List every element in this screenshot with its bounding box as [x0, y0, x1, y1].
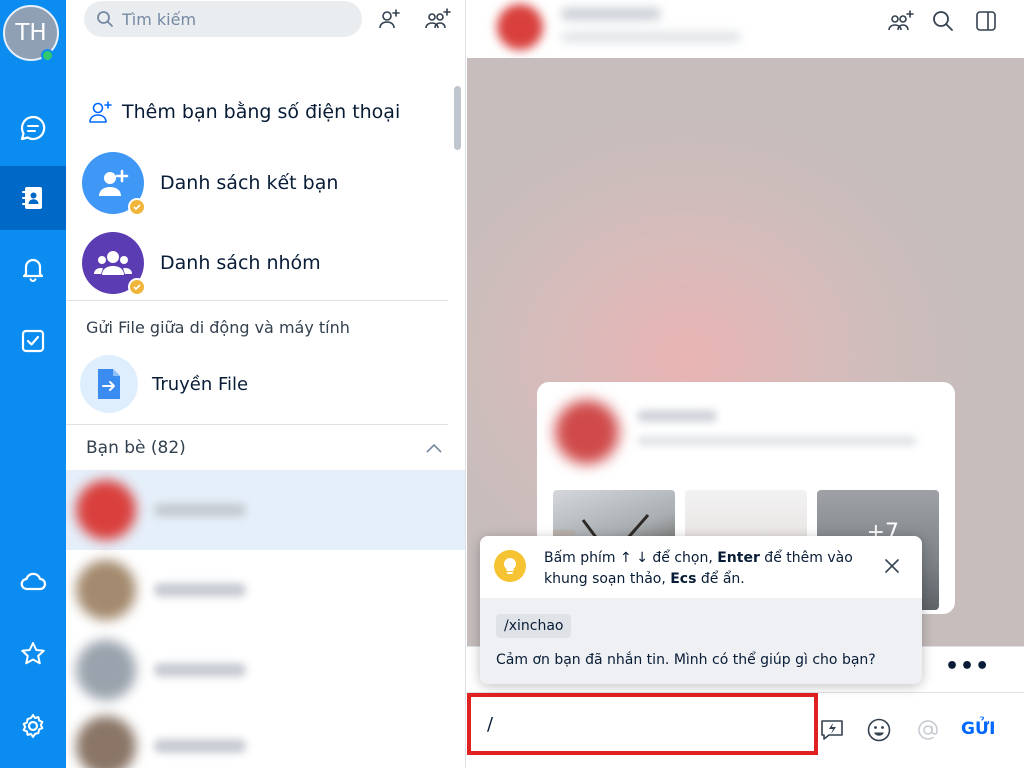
add-friend-by-phone[interactable]: Thêm bạn bằng số điện thoại — [88, 99, 400, 125]
group-people-icon — [94, 251, 132, 275]
contacts-panel: Thêm bạn bằng số điện thoại Danh sách kế… — [66, 0, 466, 768]
contact-book-icon — [22, 187, 42, 209]
group-list-item[interactable]: Danh sách nhóm — [82, 232, 321, 296]
group-list-label: Danh sách nhóm — [160, 252, 321, 274]
star-icon — [21, 642, 45, 665]
checkbox-icon — [21, 329, 45, 353]
nav-contacts[interactable] — [0, 166, 66, 230]
hint-enter-key: Enter — [717, 550, 760, 566]
quick-message-button[interactable] — [817, 715, 847, 745]
panel-scrollbar[interactable] — [454, 86, 461, 150]
add-friend-button[interactable] — [374, 4, 404, 34]
quick-message-item[interactable]: /xinchao Cảm ơn bạn đã nhắn tin. Mình có… — [480, 598, 922, 684]
add-friend-icon — [379, 9, 400, 29]
search-icon — [933, 11, 953, 31]
add-to-group-button[interactable] — [885, 6, 915, 36]
card-text-blurred — [637, 436, 917, 446]
card-avatar-blurred — [555, 400, 619, 464]
file-transfer-item[interactable]: Truyền File — [80, 355, 248, 413]
friend-name-blurred — [154, 663, 246, 677]
search-box[interactable] — [84, 1, 362, 37]
hint-part1: Bấm phím ↑ ↓ để chọn, — [544, 550, 718, 566]
divider — [66, 300, 448, 301]
nav-starred[interactable] — [0, 622, 66, 686]
add-friend-by-phone-label: Thêm bạn bằng số điện thoại — [122, 101, 401, 123]
send-button[interactable]: GỬI — [961, 719, 995, 739]
add-group-icon — [888, 10, 914, 31]
emoji-icon — [867, 718, 891, 742]
chat-bubble-icon — [20, 115, 46, 141]
create-group-icon — [425, 8, 451, 29]
nav-notifications[interactable] — [0, 236, 66, 300]
chat-header — [467, 0, 1024, 58]
friend-row[interactable] — [66, 470, 465, 550]
friend-requests-item[interactable]: Danh sách kết bạn — [82, 152, 339, 216]
friend-row[interactable] — [66, 630, 465, 710]
nav-rail: TH — [0, 0, 66, 768]
friends-header: Bạn bè (82) — [86, 438, 186, 458]
popup-close-button[interactable] — [880, 554, 904, 578]
chat-header-blurred — [481, 2, 771, 54]
file-transfer-label: Truyền File — [152, 373, 249, 395]
person-plus-icon — [99, 169, 129, 196]
verified-badge-icon — [128, 278, 146, 296]
message-input-box[interactable] — [467, 693, 818, 755]
add-user-icon — [89, 101, 112, 123]
friend-avatar — [76, 640, 136, 700]
search-input[interactable] — [122, 9, 342, 29]
card-name-blurred — [637, 410, 717, 422]
file-transfer-icon — [98, 369, 120, 399]
gear-icon — [22, 714, 44, 738]
nav-todo[interactable] — [0, 309, 66, 373]
file-section-label: Gửi File giữa di động và máy tính — [86, 318, 350, 337]
friend-name-blurred — [154, 583, 246, 597]
friend-avatar — [76, 716, 136, 768]
mention-button[interactable] — [913, 715, 943, 745]
create-group-button[interactable] — [422, 4, 452, 34]
message-input[interactable] — [487, 713, 787, 735]
collapse-friends-button[interactable] — [424, 440, 444, 459]
friend-avatar — [76, 560, 136, 620]
search-icon — [97, 11, 113, 27]
avatar-initials: TH — [15, 20, 47, 46]
hint-part3: để ẩn. — [696, 571, 745, 587]
bell-icon — [22, 258, 44, 282]
popup-hint-area: Bấm phím ↑ ↓ để chọn, Enter để thêm vào … — [480, 536, 922, 598]
close-icon — [885, 559, 899, 573]
toggle-sidebar-button[interactable] — [971, 6, 1001, 36]
friend-requests-label: Danh sách kết bạn — [160, 172, 339, 194]
at-sign-icon — [918, 720, 938, 740]
hint-esc-key: Ecs — [670, 571, 697, 587]
nav-cloud[interactable] — [0, 550, 66, 614]
divider — [66, 424, 448, 425]
emoji-button[interactable] — [864, 715, 894, 745]
friend-row[interactable] — [66, 550, 465, 630]
chat-search-button[interactable] — [928, 6, 958, 36]
chevron-up-icon — [426, 443, 442, 453]
friend-requests-avatar — [82, 152, 146, 216]
friend-row[interactable] — [66, 706, 465, 768]
friend-name-blurred — [154, 739, 246, 753]
group-list-avatar — [82, 232, 146, 296]
more-options-button[interactable]: ••• — [945, 654, 990, 679]
friend-avatar — [76, 480, 136, 540]
quick-message-icon — [821, 720, 843, 740]
sidebar-panel-icon — [976, 11, 996, 31]
nav-settings[interactable] — [0, 694, 66, 758]
quick-message-shortcut: /xinchao — [496, 614, 572, 638]
cloud-icon — [20, 572, 47, 591]
file-transfer-avatar — [80, 355, 138, 413]
online-status-dot — [41, 49, 54, 62]
quick-message-popup: Bấm phím ↑ ↓ để chọn, Enter để thêm vào … — [480, 536, 922, 684]
popup-hint-text: Bấm phím ↑ ↓ để chọn, Enter để thêm vào … — [544, 548, 864, 590]
quick-message-text: Cảm ơn bạn đã nhắn tin. Mình có thể giúp… — [496, 652, 876, 668]
verified-badge-icon — [128, 198, 146, 216]
nav-messages[interactable] — [0, 96, 66, 160]
lightbulb-icon — [494, 550, 526, 582]
friend-name-blurred — [154, 503, 246, 517]
